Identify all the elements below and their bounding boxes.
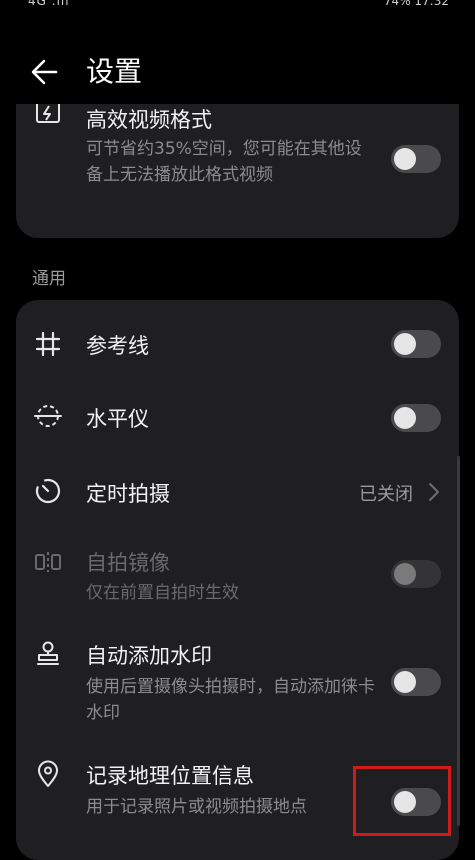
scrollbar[interactable]: [457, 456, 460, 826]
header: 设置: [0, 40, 475, 104]
setting-title: 自拍镜像: [86, 551, 170, 575]
toggle-knob: [394, 407, 416, 429]
setting-title: 水平仪: [86, 407, 149, 431]
mirror-toggle: [391, 560, 441, 588]
setting-subtitle: 用于记录照片或视频拍摄地点: [86, 797, 307, 817]
highlight-annotation-box: [353, 766, 451, 836]
section-label-general: 通用: [32, 269, 66, 289]
efficient-video-toggle[interactable]: [391, 145, 441, 173]
setting-subtitle: 使用后置摄像头拍摄时，自动添加徕卡水印: [86, 677, 375, 723]
back-arrow-icon: [31, 59, 58, 85]
page-title: 设置: [86, 55, 143, 88]
status-bar: 4G .ıll 74% 17:32: [0, 0, 475, 12]
setting-title: 记录地理位置信息: [86, 764, 254, 788]
timer-icon: [32, 475, 64, 507]
grid-icon: [32, 328, 64, 360]
watermark-toggle[interactable]: [391, 668, 441, 696]
setting-row-level[interactable]: 水平仪: [16, 376, 459, 450]
location-pin-icon: [32, 758, 64, 790]
battery-time-status: 74% 17:32: [383, 0, 449, 8]
setting-row-watermark[interactable]: 自动添加水印 使用后置摄像头拍摄时，自动添加徕卡水印: [16, 628, 459, 748]
toggle-knob: [394, 333, 416, 355]
setting-title: 参考线: [86, 334, 149, 358]
video-format-icon: [32, 104, 64, 136]
timer-value: 已关闭: [359, 484, 413, 505]
setting-row-mirror: 自拍镜像 仅在前置自拍时生效: [16, 530, 459, 628]
back-button[interactable]: [24, 50, 68, 94]
setting-subtitle: 仅在前置自拍时生效: [86, 583, 239, 603]
mirror-icon: [32, 546, 64, 578]
setting-subtitle: 可节省约35%空间，您可能在其他设备上无法播放此格式视频: [86, 139, 362, 185]
level-toggle[interactable]: [391, 404, 441, 432]
setting-title: 自动添加水印: [86, 644, 212, 668]
toggle-knob: [394, 671, 416, 693]
setting-row-efficient-video[interactable]: 高效视频格式 可节省约35%空间，您可能在其他设备上无法播放此格式视频: [16, 104, 459, 238]
setting-row-grid[interactable]: 参考线: [16, 300, 459, 376]
setting-title: 定时拍摄: [86, 482, 170, 506]
signal-status: 4G .ıll: [28, 0, 70, 8]
watermark-icon: [32, 638, 64, 670]
level-icon: [32, 400, 64, 432]
toggle-knob: [394, 148, 416, 170]
grid-toggle[interactable]: [391, 330, 441, 358]
chevron-right-icon: [427, 481, 441, 503]
setting-title: 高效视频格式: [86, 108, 212, 132]
video-format-card: 高效视频格式 可节省约35%空间，您可能在其他设备上无法播放此格式视频: [16, 104, 459, 238]
setting-row-timer[interactable]: 定时拍摄 已关闭: [16, 450, 459, 530]
toggle-knob: [394, 563, 416, 585]
